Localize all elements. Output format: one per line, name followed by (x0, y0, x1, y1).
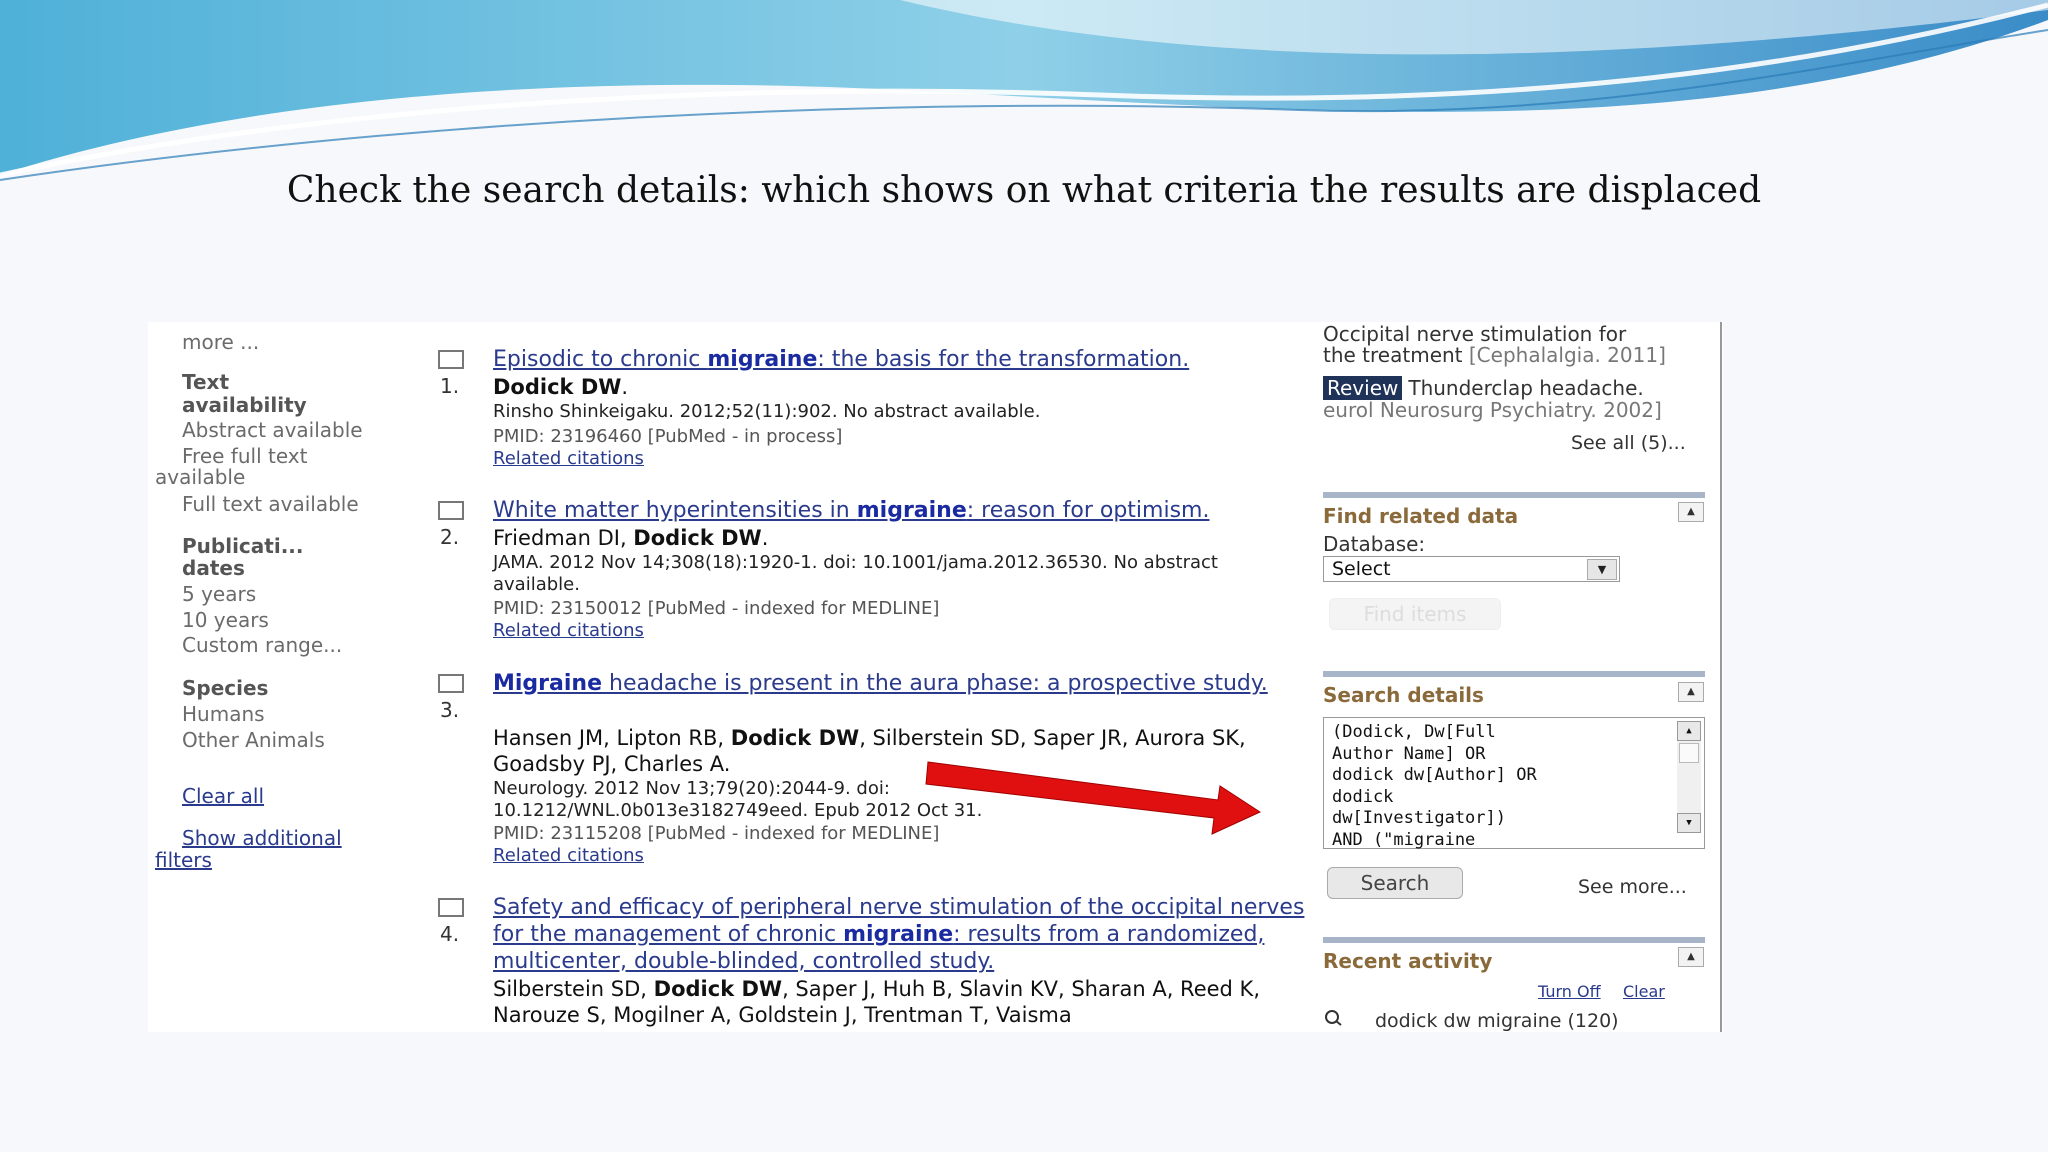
collapse-up-icon[interactable]: ▲ (1678, 682, 1704, 702)
result-pmid: PMID: 23150012 [PubMed - indexed for MED… (493, 598, 940, 619)
result-pmid: PMID: 23196460 [PubMed - in process] (493, 426, 843, 447)
search-details-line: dodick (1332, 786, 1394, 807)
search-details-title: Search details (1323, 683, 1484, 707)
related-citations-link[interactable]: Related citations (493, 448, 644, 469)
result-checkbox[interactable] (438, 501, 464, 520)
see-all-link[interactable]: See all (5)... (1571, 432, 1686, 454)
turn-off-link[interactable]: Turn Off (1538, 982, 1601, 1001)
search-details-textarea[interactable]: (Dodick, Dw[Full Author Name] OR dodick … (1323, 717, 1705, 850)
database-select[interactable]: Select ▼ (1323, 556, 1620, 582)
find-related-title: Find related data (1323, 504, 1519, 528)
result-checkbox[interactable] (438, 674, 464, 693)
clear-all-link[interactable]: Clear all (182, 784, 264, 808)
search-details-line: dodick dw[Author] OR (1332, 765, 1537, 785)
recent-activity-item[interactable]: dodick dw migraine (120) (1375, 1010, 1619, 1032)
filter-5-years[interactable]: 5 years (182, 582, 256, 606)
search-details-panel-bar (1323, 671, 1705, 677)
result-number: 1. (440, 374, 460, 398)
result-title-link[interactable]: Safety and efficacy of peripheral nerve … (493, 894, 1323, 975)
result-checkbox[interactable] (438, 898, 464, 917)
collapse-up-icon[interactable]: ▲ (1678, 502, 1704, 522)
clear-link[interactable]: Clear (1623, 982, 1665, 1001)
review-badge: Review (1323, 376, 1403, 400)
search-button[interactable]: Search (1327, 867, 1463, 899)
database-label: Database: (1323, 532, 1426, 556)
scroll-down-icon[interactable]: ▼ (1677, 813, 1701, 833)
result-checkbox[interactable] (438, 350, 464, 369)
result-title-link[interactable]: Migraine headache is present in the aura… (493, 670, 1323, 697)
related-citations-link[interactable]: Related citations (493, 620, 644, 641)
search-details-line: dw[Investigator]) (1332, 808, 1506, 828)
related-item-2[interactable]: Review Thunderclap headache. (1323, 376, 1644, 400)
search-details-line: Author Name] OR (1332, 743, 1486, 764)
recent-activity-title: Recent activity (1323, 949, 1493, 973)
related-citations-link[interactable]: Related citations (493, 845, 644, 866)
scroll-up-icon[interactable]: ▲ (1677, 721, 1701, 741)
result-title-link[interactable]: White matter hyperintensities in migrain… (493, 497, 1323, 524)
show-additional-filters-link-line2[interactable]: filters (155, 848, 212, 872)
scroll-thumb[interactable] (1679, 743, 1699, 763)
filter-other-animals[interactable]: Other Animals (182, 728, 325, 752)
filter-heading-publication-dates-line1: Publicati... (182, 534, 304, 558)
search-details-line: AND ("migraine (1332, 829, 1476, 850)
right-sidebar: Occipital nerve stimulation for the trea… (1323, 322, 1723, 1032)
filter-humans[interactable]: Humans (182, 702, 265, 726)
related-item-2-source: eurol Neurosurg Psychiatry. 2002] (1323, 398, 1662, 422)
result-authors: Dodick DW. (493, 375, 629, 399)
filter-heading-publication-dates-line2: dates (182, 556, 245, 580)
result-journal: JAMA. 2012 Nov 14;308(18):1920-1. doi: 1… (493, 552, 1218, 595)
filter-heading-species: Species (182, 676, 269, 700)
collapse-up-icon[interactable]: ▲ (1678, 947, 1704, 967)
filter-free-full-text-line2[interactable]: available (155, 465, 245, 489)
see-more-link[interactable]: See more... (1578, 876, 1687, 898)
recent-activity-panel-bar (1323, 937, 1705, 943)
find-related-panel-bar (1323, 492, 1705, 498)
filter-heading-text-availability-line2: availability (182, 393, 307, 417)
result-number: 2. (440, 525, 460, 549)
result-number: 4. (440, 922, 460, 946)
filter-10-years[interactable]: 10 years (182, 608, 269, 632)
filter-custom-range[interactable]: Custom range... (182, 633, 342, 657)
filter-abstract-available[interactable]: Abstract available (182, 418, 363, 442)
pubmed-screenshot: more ... Text availability Abstract avai… (148, 322, 1723, 1032)
chevron-down-icon[interactable]: ▼ (1587, 559, 1617, 580)
result-journal: Neurology. 2012 Nov 13;79(20):2044-9. do… (493, 778, 983, 821)
textarea-scrollbar[interactable]: ▲ ▼ (1677, 721, 1701, 833)
result-title-link[interactable]: Episodic to chronic migraine: the basis … (493, 346, 1323, 373)
filters-more-link[interactable]: more ... (182, 330, 259, 354)
result-pmid: PMID: 23115208 [PubMed - indexed for MED… (493, 823, 940, 844)
show-additional-filters-link-line1[interactable]: Show additional (182, 826, 342, 850)
related-item-1-source: [Cephalalgia. 2011] (1468, 343, 1666, 367)
result-authors: Silberstein SD, Dodick DW, Saper J, Huh … (493, 977, 1260, 1027)
search-icon (1323, 1008, 1345, 1026)
related-item-1-line2[interactable]: the treatment [Cephalalgia. 2011] (1323, 343, 1666, 367)
slide-title: Check the search details: which shows on… (286, 170, 1762, 211)
search-details-line: (Dodick, Dw[Full (1332, 722, 1496, 742)
filter-full-text-available[interactable]: Full text available (182, 492, 359, 516)
find-items-button[interactable]: Find items (1329, 598, 1501, 630)
result-authors: Friedman DI, Dodick DW. (493, 526, 769, 550)
result-number: 3. (440, 698, 460, 722)
result-journal: Rinsho Shinkeigaku. 2012;52(11):902. No … (493, 401, 1041, 422)
filter-heading-text-availability-line1: Text (182, 370, 230, 394)
result-authors: Hansen JM, Lipton RB, Dodick DW, Silbers… (493, 726, 1246, 776)
